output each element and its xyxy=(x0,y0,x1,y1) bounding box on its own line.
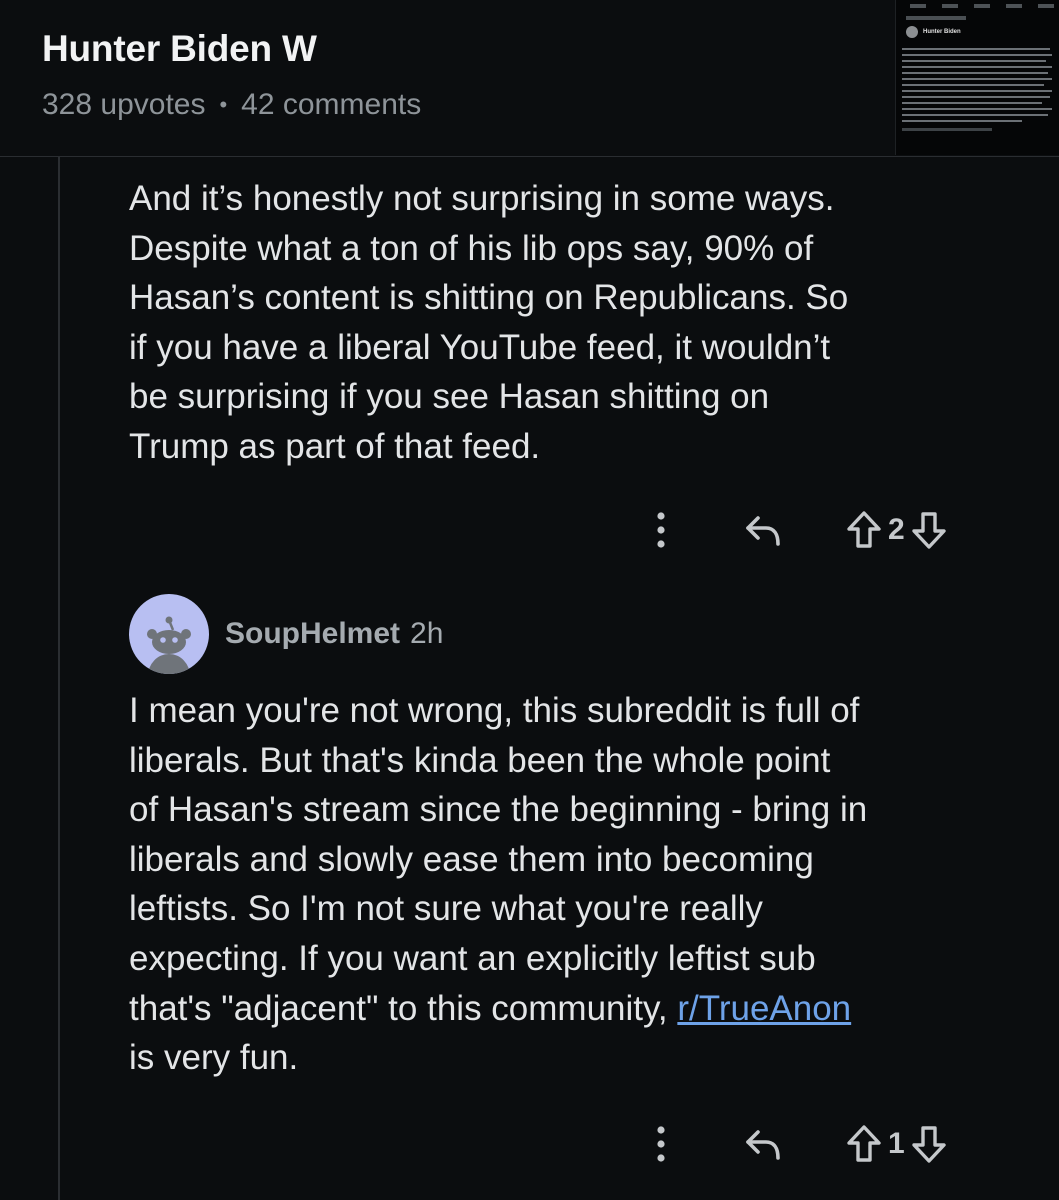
comment-line: Trump as part of that feed. xyxy=(129,426,541,466)
thumbnail-repost-line xyxy=(906,16,966,20)
comment-line: liberals and slowly ease them into becom… xyxy=(129,839,814,879)
comment-line: leftists. So I'm not sure what you're re… xyxy=(129,889,763,929)
comment-line: And it’s honestly not surprising in some… xyxy=(129,179,835,218)
thread-line[interactable] xyxy=(58,157,60,1200)
comment-line: liberals. But that's kinda been the whol… xyxy=(129,740,831,780)
thumbnail-text xyxy=(902,48,1059,122)
comment-author[interactable]: SoupHelmet xyxy=(225,617,400,651)
comment-actions: 2 xyxy=(650,506,947,554)
comment-score: 1 xyxy=(888,1127,905,1160)
post-thumbnail[interactable]: Hunter Biden xyxy=(895,0,1059,155)
post-meta: 328 upvotes • 42 comments xyxy=(42,88,421,122)
downvote-arrow-icon[interactable] xyxy=(911,510,947,550)
upvote-count: 328 upvotes xyxy=(42,88,206,121)
comment-score: 2 xyxy=(888,513,905,546)
comment-actions: 1 xyxy=(650,1120,947,1168)
comment-header: SoupHelmet 2h xyxy=(129,594,443,674)
thumbnail-user: Hunter Biden xyxy=(906,26,1059,38)
comment-text: And it’s honestly not surprising in some… xyxy=(129,174,1029,472)
vote-controls: 2 xyxy=(846,510,947,550)
vote-controls: 1 xyxy=(846,1124,947,1164)
comment-line: that's "adjacent" to this community, r/T… xyxy=(129,984,1029,1034)
comment-text: I mean you're not wrong, this subreddit … xyxy=(129,686,1029,1083)
comment-count: 42 comments xyxy=(241,88,422,121)
thumbnail-avatar xyxy=(906,26,918,38)
comment-line: is very fun. xyxy=(129,1038,299,1078)
thumbnail-author: Hunter Biden xyxy=(923,29,961,35)
more-vertical-icon[interactable] xyxy=(650,1120,672,1168)
comment-line: I mean you're not wrong, this subreddit … xyxy=(129,691,860,730)
comment-line: Hasan’s content is shitting on Republica… xyxy=(129,278,849,318)
reply-icon[interactable] xyxy=(740,1120,788,1168)
comment-time: 2h xyxy=(410,617,444,650)
post-header: Hunter Biden W 328 upvotes • 42 comments… xyxy=(0,0,1059,157)
thumbnail-footer xyxy=(902,128,992,131)
snoo-avatar[interactable] xyxy=(129,594,209,674)
comment-line: expecting. If you want an explicitly lef… xyxy=(129,938,816,978)
comment-line: Despite what a ton of his lib ops say, 9… xyxy=(129,228,814,268)
subreddit-link[interactable]: r/TrueAnon xyxy=(677,989,851,1028)
downvote-arrow-icon[interactable] xyxy=(911,1124,947,1164)
comment-line: of Hasan's stream since the beginning - … xyxy=(129,790,868,830)
upvote-arrow-icon[interactable] xyxy=(846,510,882,550)
upvote-arrow-icon[interactable] xyxy=(846,1124,882,1164)
comment-line: if you have a liberal YouTube feed, it w… xyxy=(129,327,831,367)
post-title[interactable]: Hunter Biden W xyxy=(42,28,317,70)
reply-icon[interactable] xyxy=(740,506,788,554)
comment-text-before-link: that's "adjacent" to this community, xyxy=(129,988,678,1028)
comment-line: be surprising if you see Hasan shitting … xyxy=(129,377,770,417)
meta-separator: • xyxy=(219,92,228,117)
thumbnail-stats xyxy=(896,0,1059,10)
more-vertical-icon[interactable] xyxy=(650,506,672,554)
